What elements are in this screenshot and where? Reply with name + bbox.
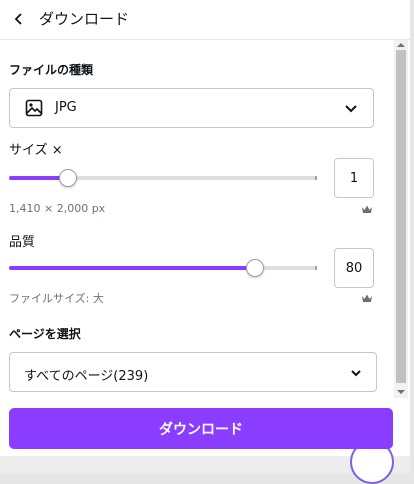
size-input[interactable]: 1 [334, 158, 374, 198]
chevron-down-icon [345, 105, 357, 113]
download-panel: ダウンロード ファイルの種類 JPG サイズ × 1 1,410 × 2,000… [0, 0, 410, 484]
quality-input[interactable]: 80 [334, 248, 374, 288]
quality-slider[interactable] [9, 266, 317, 270]
scrollbar[interactable] [394, 40, 408, 398]
download-button[interactable]: ダウンロード [9, 408, 393, 449]
chevron-down-icon [351, 370, 361, 377]
scrollbar-thumb[interactable] [396, 50, 406, 383]
pages-value: すべてのページ(239) [24, 369, 149, 384]
panel-title: ダウンロード [39, 10, 130, 28]
file-size-text: ファイルサイズ: 大 [9, 292, 104, 305]
scroll-down-icon[interactable] [397, 390, 405, 394]
image-icon [25, 99, 43, 117]
quality-slider-fill [9, 266, 255, 270]
pages-select[interactable]: すべてのページ(239) [9, 352, 377, 392]
quality-slider-end [315, 266, 317, 270]
file-type-select[interactable]: JPG [9, 88, 374, 128]
quality-slider-thumb[interactable] [246, 259, 264, 277]
scroll-up-icon[interactable] [397, 43, 405, 47]
file-type-value: JPG [55, 100, 77, 115]
pages-label: ページを選択 [9, 327, 81, 341]
bottom-background [0, 456, 410, 474]
size-slider-end [315, 176, 317, 180]
size-slider-thumb[interactable] [59, 169, 77, 187]
size-label: サイズ × [9, 143, 63, 158]
file-type-label: ファイルの種類 [9, 63, 94, 77]
crown-icon [362, 294, 372, 302]
chevron-left-icon [14, 13, 22, 25]
size-dimensions: 1,410 × 2,000 px [9, 202, 106, 215]
size-slider[interactable] [9, 176, 317, 180]
back-button[interactable] [9, 8, 29, 30]
panel-header: ダウンロード [0, 0, 410, 40]
quality-label: 品質 [9, 235, 36, 250]
crown-icon [362, 205, 372, 213]
